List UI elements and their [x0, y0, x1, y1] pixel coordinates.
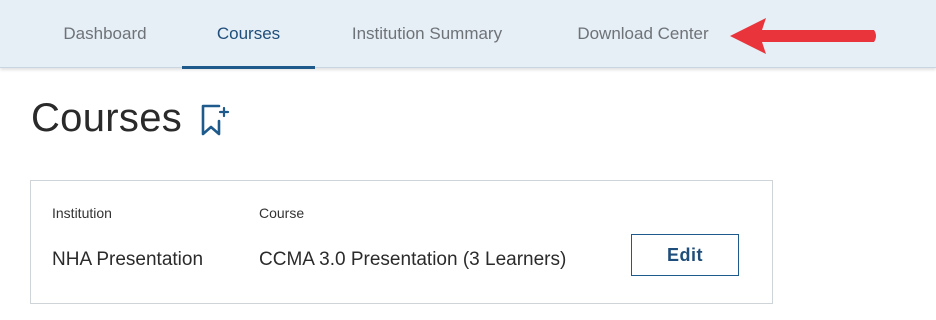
- red-arrow-icon: [730, 18, 876, 54]
- tab-dashboard[interactable]: Dashboard: [44, 0, 166, 68]
- institution-value: NHA Presentation: [52, 249, 204, 270]
- tab-courses[interactable]: Courses: [182, 0, 315, 69]
- course-value: CCMA 3.0 Presentation (3 Learners): [259, 249, 567, 270]
- tab-download-center[interactable]: Download Center: [553, 0, 733, 68]
- page-title: Courses: [31, 96, 183, 140]
- course-column-header: Course: [259, 205, 305, 221]
- edit-button[interactable]: Edit: [631, 234, 739, 276]
- course-card: Institution Course NHA Presentation CCMA…: [30, 180, 773, 304]
- bookmark-plus-icon[interactable]: [199, 103, 231, 137]
- tab-institution-summary[interactable]: Institution Summary: [330, 0, 524, 68]
- institution-column-header: Institution: [52, 205, 112, 221]
